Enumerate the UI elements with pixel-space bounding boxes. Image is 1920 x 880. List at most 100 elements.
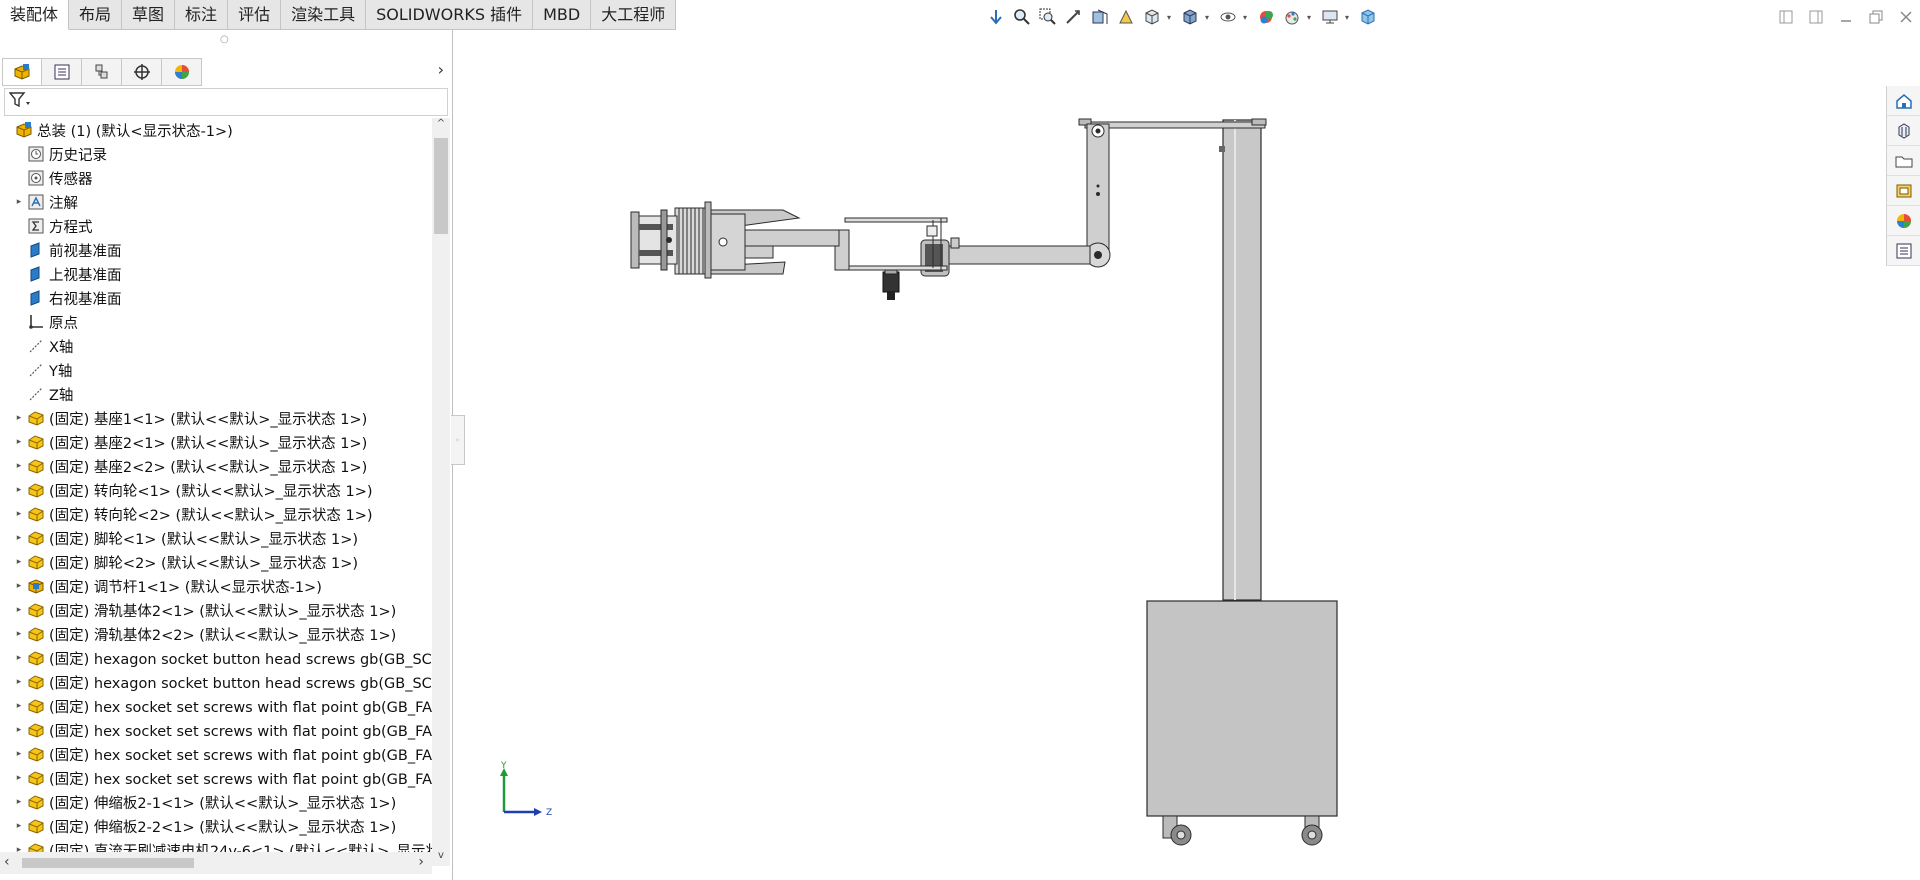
tree-item[interactable]: Y轴 — [0, 358, 432, 382]
tree-item[interactable]: ▸ (固定) hex socket set screws with flat po… — [0, 694, 432, 718]
expand-arrow-icon[interactable]: ▸ — [12, 653, 26, 663]
dynamic-annotation-icon[interactable] — [1115, 6, 1137, 28]
file-explorer-folder-icon[interactable] — [1887, 146, 1920, 176]
tree-item[interactable]: ▸ (固定) 转向轮<1> (默认<<默认>_显示状态 1>) — [0, 478, 432, 502]
minimize-icon[interactable] — [1832, 4, 1860, 30]
expand-arrow-icon[interactable]: ▸ — [12, 461, 26, 471]
horizontal-scroll-thumb[interactable] — [22, 858, 194, 868]
expand-arrow-icon[interactable]: ▸ — [12, 773, 26, 783]
tree-item[interactable]: 方程式 — [0, 214, 432, 238]
panel-left-icon[interactable] — [1772, 4, 1800, 30]
tree-item[interactable]: ▸ (固定) hex socket set screws with flat po… — [0, 742, 432, 766]
tree-item[interactable]: ▸ (固定) 滑轨基体2<1> (默认<<默认>_显示状态 1>) — [0, 598, 432, 622]
solidworks-resources-home-icon[interactable] — [1887, 86, 1920, 116]
expand-arrow-icon[interactable]: ▸ — [12, 197, 26, 207]
expand-arrow-icon[interactable]: ▸ — [12, 725, 26, 735]
expand-panel-chevron-icon[interactable]: › — [438, 60, 444, 79]
tree-item[interactable]: 历史记录 — [0, 142, 432, 166]
apply-scene-icon[interactable] — [1319, 6, 1341, 28]
view-orientation-anchor-icon[interactable] — [985, 6, 1007, 28]
tree-item[interactable]: Z轴 — [0, 382, 432, 406]
tree-item[interactable]: ▸ (固定) hex socket set screws with flat po… — [0, 718, 432, 742]
scroll-right-icon[interactable]: › — [418, 854, 424, 870]
tab-0[interactable]: 装配体 — [0, 0, 70, 30]
expand-arrow-icon[interactable]: ▸ — [12, 629, 26, 639]
tab-4[interactable]: 评估 — [228, 0, 282, 30]
expand-arrow-icon[interactable]: ▸ — [12, 605, 26, 615]
tree-item[interactable]: ▸ (固定) hexagon socket button head screws … — [0, 670, 432, 694]
vertical-scroll-thumb[interactable] — [434, 138, 448, 234]
tree-item[interactable]: 前视基准面 — [0, 238, 432, 262]
tree-item[interactable]: ▸ (固定) hexagon socket button head screws … — [0, 646, 432, 670]
scroll-down-icon[interactable]: v — [432, 850, 450, 866]
panel-right-icon[interactable] — [1802, 4, 1830, 30]
tree-item[interactable]: 右视基准面 — [0, 286, 432, 310]
tree-item[interactable]: 总装 (1) (默认<显示状态-1>) — [0, 118, 432, 142]
tree-vertical-scrollbar[interactable]: ^ v — [432, 118, 450, 866]
tree-item[interactable]: ▸ (固定) 脚轮<2> (默认<<默认>_显示状态 1>) — [0, 550, 432, 574]
expand-arrow-icon[interactable]: ▸ — [12, 509, 26, 519]
tab-8[interactable]: 大工程师 — [591, 0, 677, 30]
hide-show-items-icon[interactable] — [1255, 6, 1277, 28]
tree-item[interactable]: ▸ (固定) 伸缩板2-1<1> (默认<<默认>_显示状态 1>) — [0, 790, 432, 814]
view-orientation-dropdown-icon[interactable]: ▾ — [1205, 13, 1213, 22]
expand-arrow-icon[interactable]: ▸ — [12, 437, 26, 447]
configuration-manager-tab-icon[interactable] — [82, 58, 122, 86]
display-style-icon[interactable] — [1217, 6, 1239, 28]
scroll-up-icon[interactable]: ^ — [432, 118, 450, 134]
expand-arrow-icon[interactable]: ▸ — [12, 533, 26, 543]
tree-item[interactable]: 原点 — [0, 310, 432, 334]
expand-arrow-icon[interactable]: ▸ — [12, 677, 26, 687]
dimxpert-manager-tab-icon[interactable] — [122, 58, 162, 86]
section-view-icon[interactable] — [1089, 6, 1111, 28]
tab-7[interactable]: MBD — [533, 0, 592, 30]
panel-grip-icon[interactable]: ○ — [220, 34, 229, 45]
expand-arrow-icon[interactable]: ▸ — [12, 821, 26, 831]
display-style-dropdown-icon[interactable]: ▾ — [1243, 13, 1251, 22]
tree-horizontal-scrollbar[interactable]: ‹ › — [0, 852, 432, 874]
previous-view-icon[interactable] — [1063, 6, 1085, 28]
tree-item[interactable]: ▸ (固定) 基座1<1> (默认<<默认>_显示状态 1>) — [0, 406, 432, 430]
expand-arrow-icon[interactable]: ▸ — [12, 701, 26, 711]
expand-arrow-icon[interactable]: ▸ — [12, 581, 26, 591]
tree-item[interactable]: ▸ (固定) 基座2<1> (默认<<默认>_显示状态 1>) — [0, 430, 432, 454]
tree-item[interactable]: ▸ (固定) 基座2<2> (默认<<默认>_显示状态 1>) — [0, 454, 432, 478]
tree-item[interactable]: ▸ (固定) 调节杆1<1> (默认<显示状态-1>) — [0, 574, 432, 598]
property-manager-tab-icon[interactable] — [42, 58, 82, 86]
view-orientation-icon[interactable] — [1179, 6, 1201, 28]
filter-funnel-icon[interactable] — [8, 91, 31, 113]
expand-arrow-icon[interactable]: ▸ — [12, 557, 26, 567]
expand-arrow-icon[interactable]: ▸ — [12, 485, 26, 495]
design-library-icon[interactable] — [1887, 116, 1920, 146]
expand-arrow-icon[interactable]: ▸ — [12, 797, 26, 807]
scroll-left-icon[interactable]: ‹ — [4, 854, 10, 870]
tab-2[interactable]: 草图 — [122, 0, 176, 30]
graphics-area[interactable] — [455, 30, 1875, 880]
tab-6[interactable]: SOLIDWORKS 插件 — [366, 0, 534, 30]
tree-item[interactable]: ▸ (固定) 转向轮<2> (默认<<默认>_显示状态 1>) — [0, 502, 432, 526]
expand-arrow-icon[interactable]: ▸ — [12, 413, 26, 423]
zoom-to-fit-icon[interactable] — [1011, 6, 1033, 28]
tab-3[interactable]: 标注 — [175, 0, 229, 30]
custom-properties-icon[interactable] — [1887, 236, 1920, 266]
tree-item[interactable]: ▸ (固定) 伸缩板2-2<1> (默认<<默认>_显示状态 1>) — [0, 814, 432, 838]
tab-5[interactable]: 渲染工具 — [281, 0, 367, 30]
tree-item[interactable]: 上视基准面 — [0, 262, 432, 286]
tree-item[interactable]: ▸ 注解 — [0, 190, 432, 214]
view-settings-cube-icon[interactable] — [1357, 6, 1379, 28]
tree-filter-bar[interactable] — [4, 88, 448, 116]
tree-item[interactable]: ▸ (固定) hex socket set screws with flat po… — [0, 766, 432, 790]
tree-item[interactable]: 传感器 — [0, 166, 432, 190]
view-selector-icon[interactable] — [1141, 6, 1163, 28]
expand-arrow-icon[interactable]: ▸ — [12, 749, 26, 759]
tree-item[interactable]: ▸ (固定) 滑轨基体2<2> (默认<<默认>_显示状态 1>) — [0, 622, 432, 646]
close-icon[interactable] — [1892, 4, 1920, 30]
appearance-dropdown-icon[interactable]: ▾ — [1307, 13, 1315, 22]
view-selector-dropdown-icon[interactable]: ▾ — [1167, 13, 1175, 22]
edit-appearance-icon[interactable] — [1281, 6, 1303, 28]
tree-item[interactable]: X轴 — [0, 334, 432, 358]
appearances-scenes-icon[interactable] — [1887, 206, 1920, 236]
feature-manager-tab-icon[interactable] — [2, 58, 42, 86]
view-palette-icon[interactable] — [1887, 176, 1920, 206]
display-manager-tab-icon[interactable] — [162, 58, 202, 86]
